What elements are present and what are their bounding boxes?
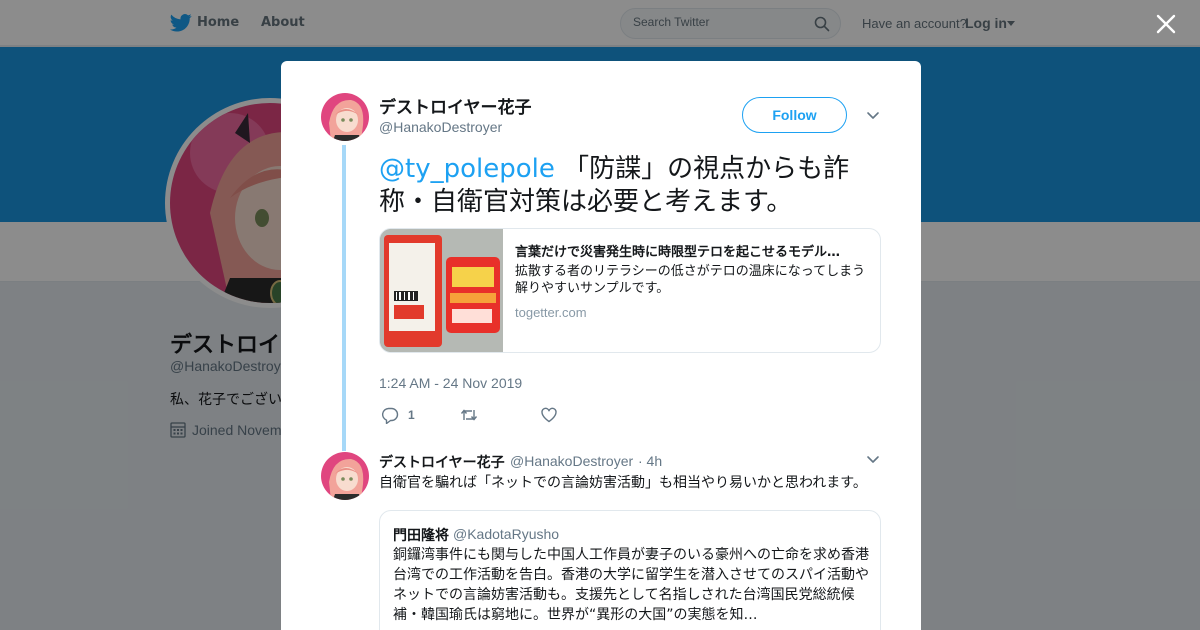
quoted-author-name: 門田隆将 [393, 528, 449, 544]
author-avatar[interactable] [321, 93, 369, 141]
author-handle[interactable]: @HanakoDestroyer [379, 119, 502, 135]
link-card[interactable]: 言葉だけで災害発生時に時限型テロを起こせるモデル… 拡散する者のリテラシーの低さ… [379, 228, 881, 353]
reply-author-avatar[interactable] [321, 452, 369, 500]
tweet-text: @ty_polepole 「防諜」の視点からも詐称・自衛官対策は必要と考えます。 [379, 153, 879, 219]
like-icon [541, 407, 557, 423]
retweet-button[interactable] [460, 406, 478, 424]
follow-button[interactable]: Follow [742, 97, 847, 133]
retweet-icon [460, 409, 478, 421]
reply-text: 自衛官を騙れば「ネットでの言論妨害活動」も相当やり易いかと思われます。 [379, 475, 867, 491]
tweet-timestamp[interactable]: 1:24 AM - 24 Nov 2019 [379, 375, 522, 391]
quoted-text: 銅鑼湾事件にも関与した中国人工作員が妻子のいる豪州への亡命を求め香港台湾での工作… [393, 547, 869, 623]
tweet-modal: デストロイヤー花子 @HanakoDestroyer Follow @ty_po… [281, 61, 921, 630]
quoted-author-handle: @KadotaRyusho [453, 526, 560, 542]
chevron-down-icon[interactable] [866, 455, 880, 465]
card-domain: togetter.com [515, 305, 587, 320]
author-avatar-image [321, 93, 369, 141]
reply-icon [381, 407, 399, 424]
reply-time[interactable]: · 4h [638, 453, 662, 469]
thread-line [342, 145, 346, 451]
reply-avatar-image [321, 452, 369, 500]
card-description: 拡散する者のリテラシーの低さがテロの温床になってしまう解りやすいサンプルです。 [515, 264, 866, 296]
reply-count: 1 [408, 408, 415, 422]
like-button[interactable] [540, 406, 558, 424]
mention-link[interactable]: @ty_polepole [379, 154, 555, 184]
close-icon[interactable] [1155, 13, 1177, 35]
quoted-tweet[interactable]: 門田隆将 @KadotaRyusho 銅鑼湾事件にも関与した中国人工作員が妻子の… [379, 510, 881, 630]
card-thumbnail [380, 229, 503, 352]
reply-author-name[interactable]: デストロイヤー花子 [379, 452, 505, 472]
chevron-down-icon[interactable] [866, 111, 880, 121]
reply-author-handle[interactable]: @HanakoDestroyer [510, 453, 633, 469]
card-title[interactable]: 言葉だけで災害発生時に時限型テロを起こせるモデル… [515, 241, 870, 260]
author-name[interactable]: デストロイヤー花子 [379, 93, 532, 118]
reply-button[interactable]: 1 [381, 406, 415, 424]
